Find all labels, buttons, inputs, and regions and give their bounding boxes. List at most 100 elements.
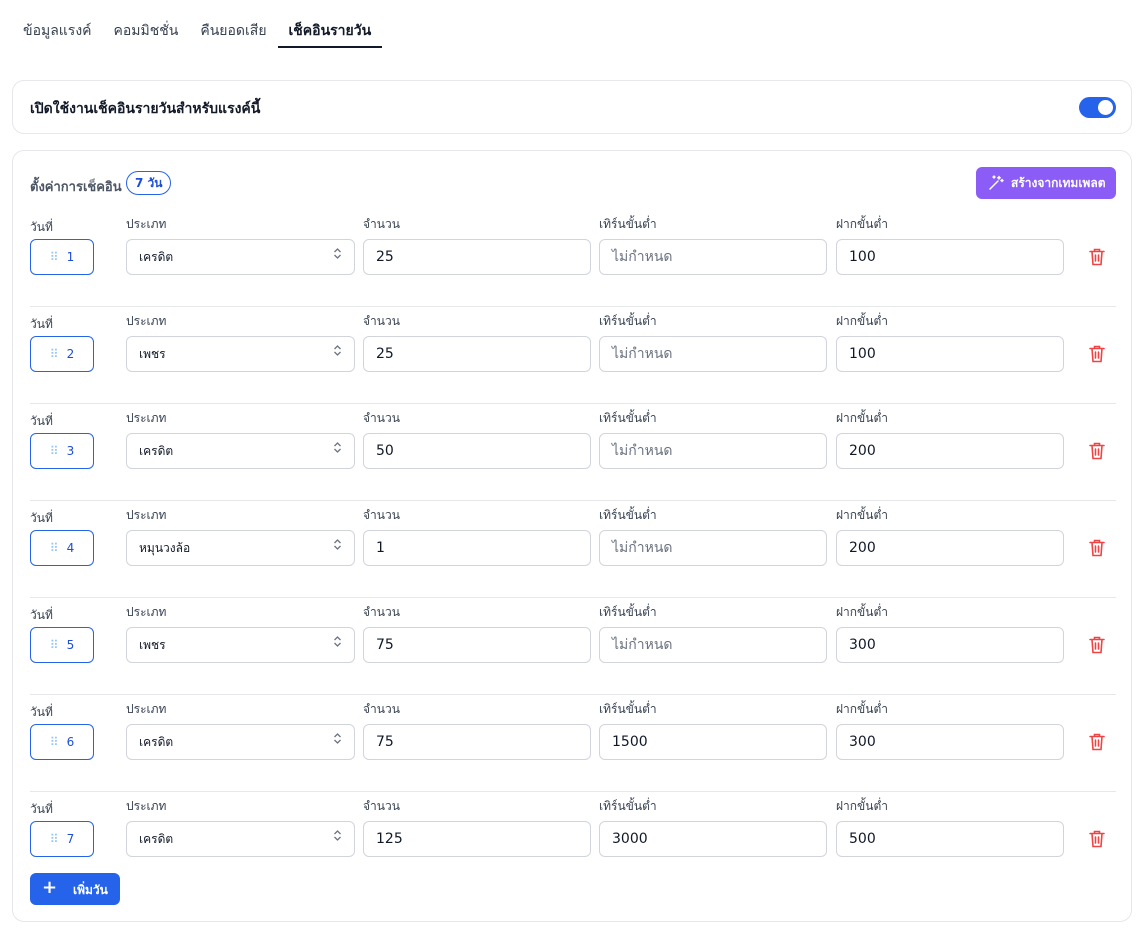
day-number: 3 (66, 444, 75, 458)
day-drag-handle[interactable]: ⠿ 3 (30, 433, 94, 469)
reward-type-value: หมุนวงล้อ (139, 541, 191, 555)
amount-input[interactable]: 25 (363, 336, 591, 372)
min-turnover-input[interactable]: 1500 (599, 724, 827, 760)
tab-daily-checkin[interactable]: เช็คอินรายวัน (277, 10, 383, 48)
reward-type-select[interactable]: เครดิต (126, 433, 355, 469)
day-drag-handle[interactable]: ⠿ 4 (30, 530, 94, 566)
min-deposit-input[interactable]: 200 (836, 530, 1064, 566)
amount-column-label: จำนวน (363, 605, 400, 619)
checkin-row-day-6: วันที่ ประเภท จำนวน เทิร์นขั้นต่ำ ฝากขั้… (30, 695, 1116, 792)
min-deposit-input[interactable]: 200 (836, 433, 1064, 469)
amount-column-label: จำนวน (363, 411, 400, 425)
grip-icon: ⠿ (49, 735, 59, 749)
min-turnover-input[interactable]: ไม่กำหนด (599, 336, 827, 372)
day-drag-handle[interactable]: ⠿ 1 (30, 239, 94, 275)
deposit-column-label: ฝากขั้นต่ำ (836, 702, 888, 716)
add-day-button[interactable]: + เพิ่มวัน (30, 873, 120, 905)
chevron-up-down-icon (333, 434, 342, 468)
deposit-column-label: ฝากขั้นต่ำ (836, 799, 888, 813)
day-column-label: วันที่ (30, 414, 53, 428)
type-column-label: ประเภท (126, 217, 167, 231)
reward-type-select[interactable]: เครดิต (126, 821, 355, 857)
checkin-settings-card: ตั้งค่าการเช็คอิน 7 วัน สร้างจากเทมเพลต … (12, 150, 1132, 922)
tab-bar: ข้อมูลแรงค์ คอมมิชชั่น คืนยอดเสีย เช็คอิ… (12, 10, 383, 48)
reward-type-value: เพชร (139, 638, 166, 652)
reward-type-select[interactable]: เครดิต (126, 239, 355, 275)
trash-icon[interactable] (1088, 829, 1106, 849)
add-day-label: เพิ่มวัน (73, 883, 108, 897)
day-drag-handle[interactable]: ⠿ 7 (30, 821, 94, 857)
day-drag-handle[interactable]: ⠿ 5 (30, 627, 94, 663)
settings-title: ตั้งค่าการเช็คอิน (30, 180, 122, 195)
magic-wand-icon (989, 175, 1004, 190)
min-turnover-input[interactable]: ไม่กำหนด (599, 433, 827, 469)
deposit-column-label: ฝากขั้นต่ำ (836, 605, 888, 619)
min-deposit-input[interactable]: 500 (836, 821, 1064, 857)
min-turnover-input[interactable]: ไม่กำหนด (599, 530, 827, 566)
checkin-row-day-4: วันที่ ประเภท จำนวน เทิร์นขั้นต่ำ ฝากขั้… (30, 501, 1116, 598)
turnover-column-label: เทิร์นขั้นต่ำ (599, 702, 657, 716)
amount-input[interactable]: 75 (363, 724, 591, 760)
grip-icon: ⠿ (49, 444, 59, 458)
trash-icon[interactable] (1088, 732, 1106, 752)
day-drag-handle[interactable]: ⠿ 6 (30, 724, 94, 760)
grip-icon: ⠿ (49, 638, 59, 652)
chevron-up-down-icon (333, 725, 342, 759)
amount-input[interactable]: 1 (363, 530, 591, 566)
type-column-label: ประเภท (126, 799, 167, 813)
turnover-column-label: เทิร์นขั้นต่ำ (599, 508, 657, 522)
deposit-column-label: ฝากขั้นต่ำ (836, 411, 888, 425)
turnover-column-label: เทิร์นขั้นต่ำ (599, 217, 657, 231)
template-button-label: สร้างจากเทมเพลต (1011, 175, 1106, 190)
day-column-label: วันที่ (30, 317, 53, 331)
reward-type-value: เครดิต (139, 735, 174, 749)
tab-rank-info[interactable]: ข้อมูลแรงค์ (12, 10, 103, 48)
trash-icon[interactable] (1088, 538, 1106, 558)
chevron-up-down-icon (333, 531, 342, 565)
chevron-up-down-icon (333, 240, 342, 274)
min-turnover-input[interactable]: ไม่กำหนด (599, 627, 827, 663)
chevron-up-down-icon (333, 822, 342, 856)
min-turnover-input[interactable]: ไม่กำหนด (599, 239, 827, 275)
trash-icon[interactable] (1088, 247, 1106, 267)
day-column-label: วันที่ (30, 511, 53, 525)
amount-column-label: จำนวน (363, 314, 400, 328)
deposit-column-label: ฝากขั้นต่ำ (836, 314, 888, 328)
trash-icon[interactable] (1088, 441, 1106, 461)
create-from-template-button[interactable]: สร้างจากเทมเพลต (976, 167, 1116, 199)
min-deposit-input[interactable]: 300 (836, 724, 1064, 760)
amount-input[interactable]: 75 (363, 627, 591, 663)
checkin-row-day-5: วันที่ ประเภท จำนวน เทิร์นขั้นต่ำ ฝากขั้… (30, 598, 1116, 695)
amount-input[interactable]: 125 (363, 821, 591, 857)
min-turnover-input[interactable]: 3000 (599, 821, 827, 857)
amount-input[interactable]: 25 (363, 239, 591, 275)
reward-type-value: เครดิต (139, 832, 174, 846)
enable-checkin-toggle[interactable] (1079, 97, 1116, 118)
deposit-column-label: ฝากขั้นต่ำ (836, 508, 888, 522)
type-column-label: ประเภท (126, 605, 167, 619)
tab-commission[interactable]: คอมมิชชั่น (103, 10, 190, 48)
min-deposit-input[interactable]: 100 (836, 239, 1064, 275)
trash-icon[interactable] (1088, 635, 1106, 655)
chevron-up-down-icon (333, 628, 342, 662)
day-drag-handle[interactable]: ⠿ 2 (30, 336, 94, 372)
reward-type-select[interactable]: หมุนวงล้อ (126, 530, 355, 566)
amount-input[interactable]: 50 (363, 433, 591, 469)
checkin-row-day-7: วันที่ ประเภท จำนวน เทิร์นขั้นต่ำ ฝากขั้… (30, 792, 1116, 889)
reward-type-select[interactable]: เครดิต (126, 724, 355, 760)
min-deposit-input[interactable]: 100 (836, 336, 1064, 372)
reward-type-select[interactable]: เพชร (126, 627, 355, 663)
reward-type-value: เครดิต (139, 444, 174, 458)
grip-icon: ⠿ (49, 832, 59, 846)
min-deposit-input[interactable]: 300 (836, 627, 1064, 663)
day-number: 4 (66, 541, 75, 555)
trash-icon[interactable] (1088, 344, 1106, 364)
deposit-column-label: ฝากขั้นต่ำ (836, 217, 888, 231)
day-number: 2 (66, 347, 75, 361)
turnover-column-label: เทิร์นขั้นต่ำ (599, 605, 657, 619)
day-column-label: วันที่ (30, 220, 53, 234)
day-number: 5 (66, 638, 75, 652)
tab-cashback[interactable]: คืนยอดเสีย (189, 10, 277, 48)
reward-type-select[interactable]: เพชร (126, 336, 355, 372)
amount-column-label: จำนวน (363, 508, 400, 522)
